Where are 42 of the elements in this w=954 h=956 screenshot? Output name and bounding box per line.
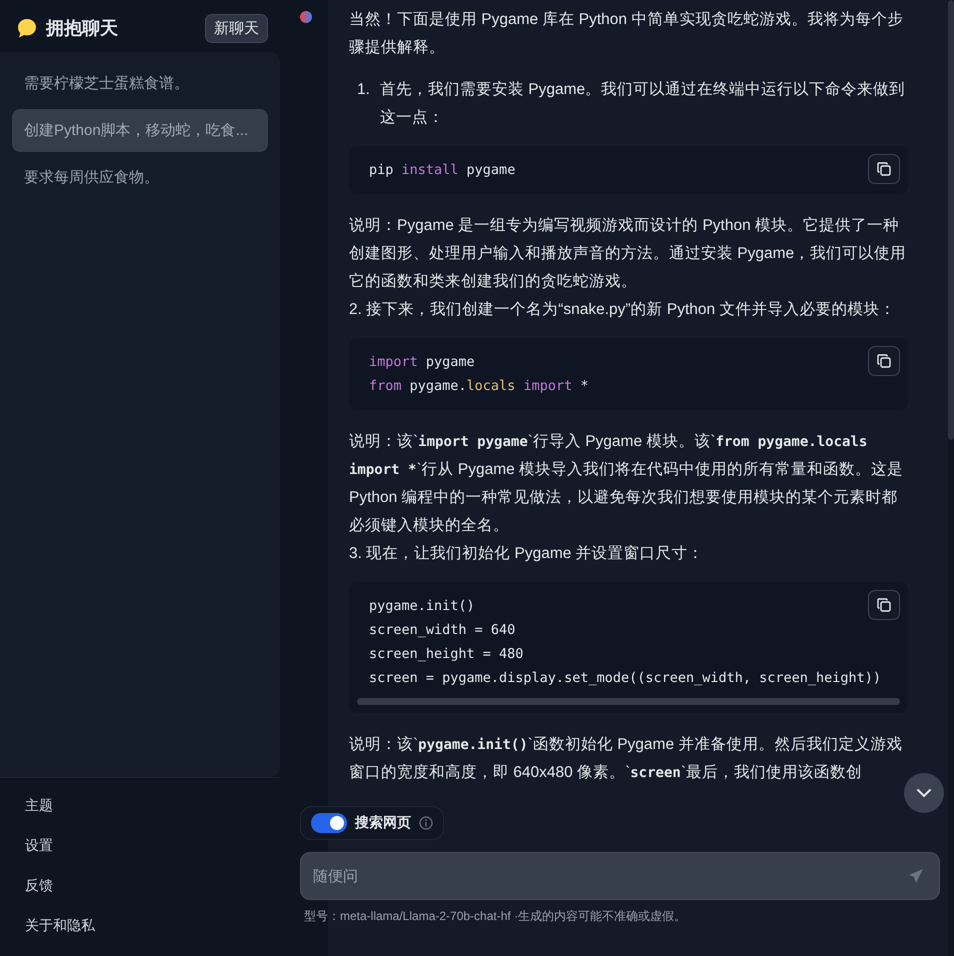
code-line: import pygame	[369, 353, 475, 372]
info-icon	[419, 816, 433, 830]
message-step: 3. 现在，让我们初始化 Pygame 并设置窗口尺寸：	[349, 540, 908, 568]
model-disclaimer: 型号：meta-llama/Llama-2-70b-chat-hf ·生成的内容可能不准确或虚假。	[304, 908, 686, 925]
scroll-down-button[interactable]	[904, 773, 944, 813]
chevron-down-icon	[916, 788, 932, 798]
sidebar-link[interactable]: 关于和隐私	[0, 906, 280, 946]
sidebar-link[interactable]: 反馈	[0, 866, 280, 906]
message-paragraph: 说明：该`pygame.init()`函数初始化 Pygame 并准备使用。然后我们定义游戏窗口的宽度和高度，即 640x480 像素。`screen`最后，我们使用该函数创	[349, 735, 904, 783]
conversation-item[interactable]: 需要柠檬芝士蛋糕食谱。	[12, 62, 268, 105]
horizontal-scrollbar[interactable]	[357, 698, 900, 705]
chat-bubble-icon	[16, 17, 38, 39]
conversation-item[interactable]: 要求每周供应食物。	[12, 156, 268, 199]
message-paragraph: 当然！下面是使用 Pygame 库在 Python 中简单实现贪吃蛇游戏。我将为每个步骤提供解释。	[349, 10, 904, 58]
sidebar-link[interactable]: 设置	[0, 826, 280, 866]
message-step: 2. 接下来，我们创建一个名为“snake.py”的新 Python 文件并导入必要的模块：	[349, 296, 908, 324]
copy-icon	[877, 354, 891, 368]
code-line: from pygame.locals import *	[369, 377, 588, 396]
scrollbar-thumb[interactable]	[948, 0, 954, 440]
message-paragraph: 说明：Pygame 是一组专为编写视频游戏而设计的 Python 模块。它提供了一种创建图形、处理用户输入和播放声音的方法。通过安装 Pygame，我们可以使用它的函数和类来创建我们的贪吃蛇游戏。	[349, 216, 908, 292]
toggle-label: 搜索网页	[355, 814, 411, 832]
code-line: screen_width = 640	[369, 621, 516, 640]
code-line: screen = pygame.display.set_mode((screen_width, screen_height))	[369, 669, 882, 688]
app-title: 拥抱聊天	[46, 17, 119, 40]
copy-icon	[877, 162, 891, 176]
list-number: 1.	[357, 80, 370, 100]
code-line: pygame.init()	[369, 597, 475, 616]
list-item-text: 首先，我们需要安装 Pygame。我们可以通过在终端中运行以下命令来做到这一点：	[380, 80, 906, 128]
copy-button[interactable]	[868, 346, 900, 376]
copy-button[interactable]	[868, 154, 900, 184]
copy-button[interactable]	[868, 590, 900, 620]
code-line: pip install pygame	[369, 161, 516, 180]
new-chat-button[interactable]: 新聊天	[205, 14, 268, 42]
toggle-switch[interactable]	[311, 813, 347, 833]
message-input[interactable]: 随便问	[300, 852, 940, 900]
sidebar-link[interactable]: 主题	[0, 786, 280, 826]
search-web-toggle[interactable]: 搜索网页	[300, 806, 444, 840]
message-paragraph: 说明：该`import pygame`行导入 Pygame 模块。该`from pygame.locals import *`行从 Pygame 模块导入我们将在代码中使用的所有常量和函数。这是 Python 编程中的一种常见做法，以避免每次我们想要使用模块的某个元素时都必须键入模块的全名。	[349, 432, 904, 536]
conversation-item[interactable]: 创建Python脚本，移动蛇，吃食...	[12, 109, 268, 152]
copy-icon	[877, 598, 891, 612]
code-line: screen_height = 480	[369, 645, 524, 664]
assistant-avatar-icon	[300, 11, 312, 23]
